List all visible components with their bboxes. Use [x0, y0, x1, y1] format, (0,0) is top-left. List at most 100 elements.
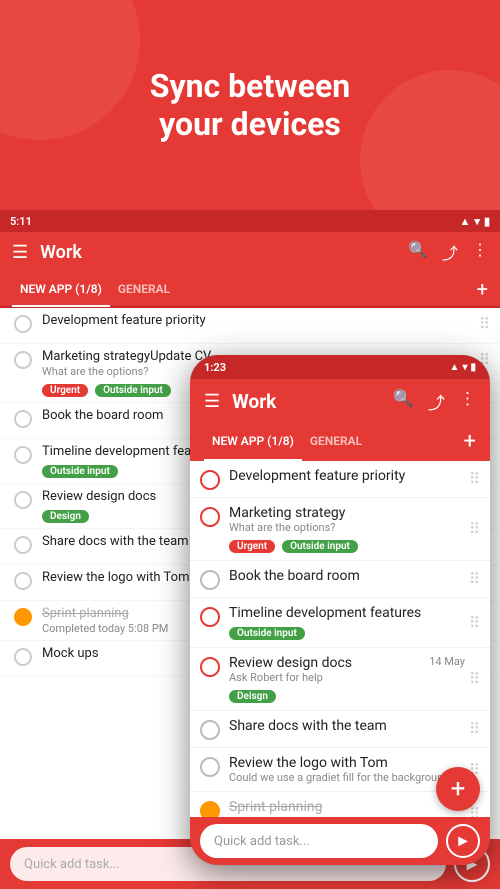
drag-handle-icon[interactable]: ⠿ [469, 470, 480, 488]
phone-quick-add-send-button[interactable]: ► [446, 824, 480, 858]
hamburger-icon[interactable]: ☰ [12, 242, 28, 263]
task-subtitle: Ask Robert for help [229, 671, 429, 684]
task-circle[interactable] [14, 446, 32, 464]
task-circle[interactable] [200, 607, 220, 627]
task-subtitle: Could we use a gradiet fill for the back… [229, 771, 465, 784]
hero-decoration-circle-tl [0, 0, 140, 140]
phone-toolbar-icons: 🔍 ⤴ ⋮ [393, 389, 476, 414]
phone-quick-add-bar: Quick add task... ► [190, 817, 490, 865]
task-circle[interactable] [14, 536, 32, 554]
task-circle[interactable] [200, 757, 220, 777]
chip-outside-input: Outside input [282, 540, 358, 553]
task-chips: Urgent Outside input [229, 534, 465, 553]
task-circle[interactable] [200, 507, 220, 527]
phone-frame: 1:23 ▲ ▾ ▮ ☰ Work 🔍 ⤴ ⋮ NEW APP (1/8) GE… [190, 355, 490, 865]
task-title: Timeline development features [229, 605, 465, 621]
hero-text: Sync between your devices [150, 67, 350, 144]
task-circle[interactable] [14, 572, 32, 590]
task-chips: Deisgn [229, 684, 429, 703]
task-chips: Outside input [229, 621, 465, 640]
task-title: Development feature priority [229, 468, 465, 484]
task-circle[interactable] [200, 470, 220, 490]
more-icon[interactable]: ⋮ [459, 389, 476, 414]
tablet-status-icons: ▲ ▾ ▮ [460, 215, 490, 228]
phone-fab[interactable]: + [436, 767, 480, 811]
task-content: Timeline development features Outside in… [229, 605, 465, 640]
task-date: 14 May [429, 655, 465, 668]
list-item: Share docs with the team ⠿ [190, 711, 490, 748]
search-icon[interactable]: 🔍 [408, 240, 428, 264]
task-content: Marketing strategy What are the options?… [229, 505, 465, 553]
task-circle[interactable] [14, 351, 32, 369]
task-content: Book the board room [229, 568, 465, 584]
more-icon[interactable]: ⋮ [472, 240, 488, 264]
list-item: Review design docs Ask Robert for help D… [190, 648, 490, 711]
task-circle[interactable] [200, 657, 220, 677]
phone-status-bar: 1:23 ▲ ▾ ▮ [190, 355, 490, 379]
list-item: Marketing strategy What are the options?… [190, 498, 490, 561]
list-item: Development feature priority ⠿ [190, 461, 490, 498]
chip-urgent: Urgent [229, 540, 275, 553]
task-circle-completed[interactable] [200, 801, 220, 817]
phone-list: Development feature priority ⠿ Marketing… [190, 461, 490, 817]
list-item: Timeline development features Outside in… [190, 598, 490, 648]
chip-design: Design [42, 510, 89, 523]
signal-icon: ▲ [450, 362, 460, 373]
phone-title: Work [232, 390, 393, 413]
task-circle[interactable] [200, 570, 220, 590]
task-content: Development feature priority [42, 313, 473, 328]
tab-general[interactable]: GENERAL [110, 273, 178, 307]
task-circle[interactable] [14, 315, 32, 333]
task-circle[interactable] [200, 720, 220, 740]
drag-handle-icon[interactable]: ⠿ [469, 614, 480, 632]
tablet-status-bar: 5:11 ▲ ▾ ▮ [0, 210, 500, 232]
hero-decoration-circle-br [360, 70, 500, 210]
share-icon[interactable]: ⤴ [442, 240, 458, 264]
tab-new-app[interactable]: NEW APP (1/8) [12, 273, 110, 307]
task-title: Development feature priority [42, 313, 473, 328]
phone-add-list-button[interactable]: + [464, 431, 476, 453]
chip-outside-input: Outside input [229, 627, 305, 640]
chip-outside-input: Outside input [95, 384, 171, 397]
task-circle[interactable] [14, 410, 32, 428]
task-title: Book the board room [229, 568, 465, 584]
tablet-title: Work [40, 242, 408, 263]
list-item: Book the board room ⠿ [190, 561, 490, 598]
hero-line1: Sync between [150, 67, 350, 105]
search-icon[interactable]: 🔍 [393, 389, 414, 414]
drag-handle-icon[interactable]: ⠿ [479, 313, 490, 333]
drag-handle-icon[interactable]: ⠿ [469, 520, 480, 538]
share-icon[interactable]: ⤴ [428, 389, 445, 414]
chip-design: Deisgn [229, 690, 276, 703]
task-subtitle: What are the options? [229, 521, 465, 534]
task-title: Share docs with the team [229, 718, 465, 734]
task-title: Marketing strategy [229, 505, 465, 521]
hamburger-icon[interactable]: ☰ [204, 391, 220, 412]
task-circle[interactable] [14, 491, 32, 509]
phone-tab-new-app[interactable]: NEW APP (1/8) [204, 423, 302, 461]
add-list-button[interactable]: + [477, 279, 488, 299]
phone-status-icons: ▲ ▾ ▮ [450, 362, 476, 373]
wifi-icon: ▾ [462, 362, 467, 373]
drag-handle-icon[interactable]: ⠿ [469, 570, 480, 588]
task-title: Review the logo with Tom [229, 755, 465, 771]
signal-icon: ▲ [460, 215, 471, 228]
task-content: Review design docs Ask Robert for help D… [229, 655, 429, 703]
phone-time: 1:23 [204, 361, 226, 374]
battery-icon: ▮ [470, 362, 476, 373]
hero-section: Sync between your devices [0, 0, 500, 210]
task-content: Development feature priority [229, 468, 465, 484]
task-circle-completed[interactable] [14, 608, 32, 626]
tablet-toolbar-icons: 🔍 ⤴ ⋮ [408, 240, 488, 264]
phone-tab-general[interactable]: GENERAL [302, 423, 370, 461]
task-circle[interactable] [14, 648, 32, 666]
chip-outside-input: Outside input [42, 465, 118, 478]
drag-handle-icon[interactable]: ⠿ [469, 670, 480, 688]
drag-handle-icon[interactable]: ⠿ [469, 720, 480, 738]
tablet-tabs: NEW APP (1/8) GENERAL + [0, 272, 500, 308]
task-content: Review the logo with Tom Could we use a … [229, 755, 465, 784]
phone-toolbar: ☰ Work 🔍 ⤴ ⋮ [190, 379, 490, 423]
task-content: Share docs with the team [229, 718, 465, 734]
phone-quick-add-input[interactable]: Quick add task... [200, 824, 438, 858]
battery-icon: ▮ [484, 215, 490, 228]
